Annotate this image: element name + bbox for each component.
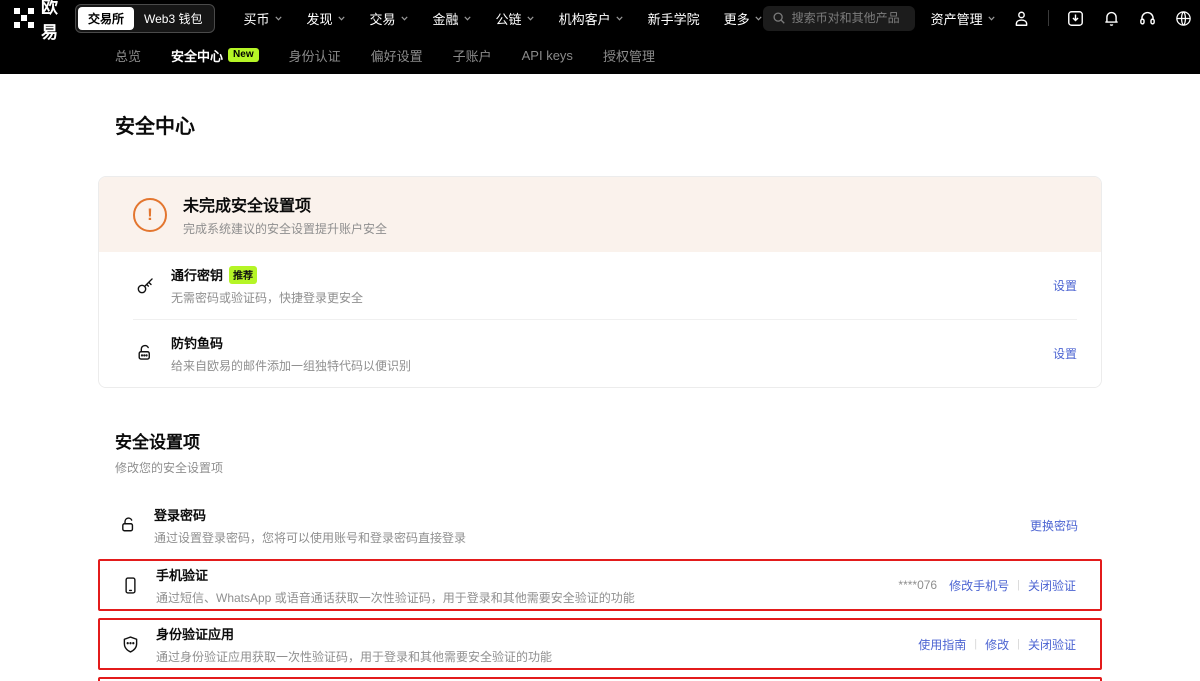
- bell-icon[interactable]: [1102, 9, 1121, 28]
- toggle-web3-wallet[interactable]: Web3 钱包: [134, 7, 212, 30]
- okx-logo-icon: [14, 8, 34, 28]
- modify-authenticator-link[interactable]: 修改: [985, 636, 1009, 653]
- change-password-link[interactable]: 更换密码: [1030, 517, 1078, 534]
- user-icon[interactable]: [1012, 9, 1031, 28]
- passkey-desc: 无需密码或验证码，快捷登录更安全: [171, 289, 1053, 306]
- menu-more[interactable]: 更多: [724, 9, 763, 28]
- menu-institutional[interactable]: 机构客户: [559, 9, 624, 28]
- login-password-desc: 通过设置登录密码，您将可以使用账号和登录密码直接登录: [154, 529, 1030, 546]
- menu-buy-crypto[interactable]: 买币: [243, 9, 282, 28]
- menu-public-chain[interactable]: 公链: [496, 9, 535, 28]
- search-icon: [772, 11, 786, 25]
- recommended-badge: 推荐: [229, 266, 257, 284]
- anti-phishing-desc: 给来自欧易的邮件添加一组独特代码以便识别: [171, 357, 1053, 374]
- assets-menu[interactable]: 资产管理: [931, 9, 996, 28]
- passkey-title: 通行密钥: [171, 265, 223, 284]
- security-settings-header: 安全设置项 修改您的安全设置项: [115, 428, 1102, 476]
- phone-icon: [118, 575, 142, 596]
- tab-security-center[interactable]: 安全中心New: [171, 46, 259, 65]
- main-menu: 买币 发现 交易 金融 公链 机构客户 新手学院 更多: [243, 9, 762, 28]
- divider: |: [1017, 638, 1020, 650]
- authenticator-app-row: 身份验证应用 通过身份验证应用获取一次性验证码，用于登录和其他需要安全验证的功能…: [98, 618, 1102, 670]
- passkey-setup-link[interactable]: 设置: [1053, 277, 1077, 294]
- email-verification-row: 邮箱验证 通过邮箱获取一次性验证码，用于登录和其他需要安全验证的功能 ywe**…: [98, 677, 1102, 681]
- search-input[interactable]: [792, 11, 910, 25]
- anti-phishing-icon: [133, 343, 157, 364]
- security-settings-list: 登录密码 通过设置登录密码，您将可以使用账号和登录密码直接登录 更换密码 手机验…: [98, 500, 1102, 681]
- header-icons: [1012, 9, 1193, 28]
- primary-nav: 欧易 交易所 Web3 钱包 买币 发现 交易 金融 公链 机构客户 新手学院 …: [0, 0, 1200, 36]
- phone-number-masked: ****076: [898, 578, 937, 592]
- chevron-down-icon: [615, 14, 624, 23]
- disable-authenticator-link[interactable]: 关闭验证: [1028, 636, 1076, 653]
- tab-authorization[interactable]: 授权管理: [603, 46, 655, 65]
- chevron-down-icon: [400, 14, 409, 23]
- passkey-row: 通行密钥 推荐 无需密码或验证码，快捷登录更安全 设置: [99, 252, 1101, 319]
- toggle-exchange[interactable]: 交易所: [78, 7, 134, 30]
- chevron-down-icon: [526, 14, 535, 23]
- menu-finance[interactable]: 金融: [433, 9, 472, 28]
- authenticator-app-title: 身份验证应用: [156, 624, 918, 643]
- divider: [1048, 10, 1049, 26]
- key-icon: [133, 275, 157, 296]
- user-guide-link[interactable]: 使用指南: [918, 636, 966, 653]
- login-password-title: 登录密码: [154, 505, 1030, 524]
- alert-header: ! 未完成安全设置项 完成系统建议的安全设置提升账户安全: [99, 177, 1101, 252]
- security-center-page: 安全中心 ! 未完成安全设置项 完成系统建议的安全设置提升账户安全 通行密钥 推…: [0, 110, 1200, 681]
- divider: |: [1017, 579, 1020, 591]
- account-nav: 总览 安全中心New 身份认证 偏好设置 子账户 API keys 授权管理: [0, 36, 1200, 74]
- phone-verification-row: 手机验证 通过短信、WhatsApp 或语音通话获取一次性验证码，用于登录和其他…: [98, 559, 1102, 611]
- tab-api-keys[interactable]: API keys: [522, 48, 573, 63]
- chevron-down-icon: [274, 14, 283, 23]
- product-toggle: 交易所 Web3 钱包: [75, 4, 215, 33]
- tab-identity-verification[interactable]: 身份认证: [289, 46, 341, 65]
- section-title: 安全设置项: [115, 428, 1102, 453]
- okx-logo[interactable]: 欧易: [14, 0, 59, 43]
- anti-phishing-setup-link[interactable]: 设置: [1053, 345, 1077, 362]
- authenticator-app-desc: 通过身份验证应用获取一次性验证码，用于登录和其他需要安全验证的功能: [156, 648, 918, 665]
- tab-preferences[interactable]: 偏好设置: [371, 46, 423, 65]
- disable-phone-verification-link[interactable]: 关闭验证: [1028, 577, 1076, 594]
- page-title: 安全中心: [115, 110, 1102, 139]
- new-badge: New: [228, 48, 259, 62]
- anti-phishing-title: 防钓鱼码: [171, 333, 223, 352]
- lock-icon: [116, 515, 140, 536]
- anti-phishing-row: 防钓鱼码 给来自欧易的邮件添加一组独特代码以便识别 设置: [99, 320, 1101, 387]
- chevron-down-icon: [754, 14, 763, 23]
- section-subtitle: 修改您的安全设置项: [115, 459, 1102, 476]
- chevron-down-icon: [987, 14, 996, 23]
- headset-icon[interactable]: [1138, 9, 1157, 28]
- alert-subtitle: 完成系统建议的安全设置提升账户安全: [183, 220, 387, 237]
- top-header: 欧易 交易所 Web3 钱包 买币 发现 交易 金融 公链 机构客户 新手学院 …: [0, 0, 1200, 74]
- divider: |: [974, 638, 977, 650]
- download-app-icon[interactable]: [1066, 9, 1085, 28]
- search-box[interactable]: [763, 6, 915, 31]
- menu-trade[interactable]: 交易: [370, 9, 409, 28]
- change-phone-link[interactable]: 修改手机号: [949, 577, 1009, 594]
- chevron-down-icon: [463, 14, 472, 23]
- phone-verification-desc: 通过短信、WhatsApp 或语音通话获取一次性验证码，用于登录和其他需要安全验…: [156, 589, 898, 606]
- incomplete-settings-card: ! 未完成安全设置项 完成系统建议的安全设置提升账户安全 通行密钥 推荐 无需密…: [98, 176, 1102, 388]
- menu-discover[interactable]: 发现: [307, 9, 346, 28]
- chevron-down-icon: [337, 14, 346, 23]
- tab-subaccounts[interactable]: 子账户: [453, 46, 492, 65]
- brand-name: 欧易: [41, 0, 59, 43]
- globe-icon[interactable]: [1174, 9, 1193, 28]
- phone-verification-title: 手机验证: [156, 565, 898, 584]
- shield-authenticator-icon: [118, 634, 142, 655]
- tab-overview[interactable]: 总览: [115, 46, 141, 65]
- alert-title: 未完成安全设置项: [183, 192, 387, 216]
- menu-academy[interactable]: 新手学院: [648, 9, 700, 28]
- warning-icon: !: [133, 198, 167, 232]
- login-password-row: 登录密码 通过设置登录密码，您将可以使用账号和登录密码直接登录 更换密码: [98, 500, 1102, 550]
